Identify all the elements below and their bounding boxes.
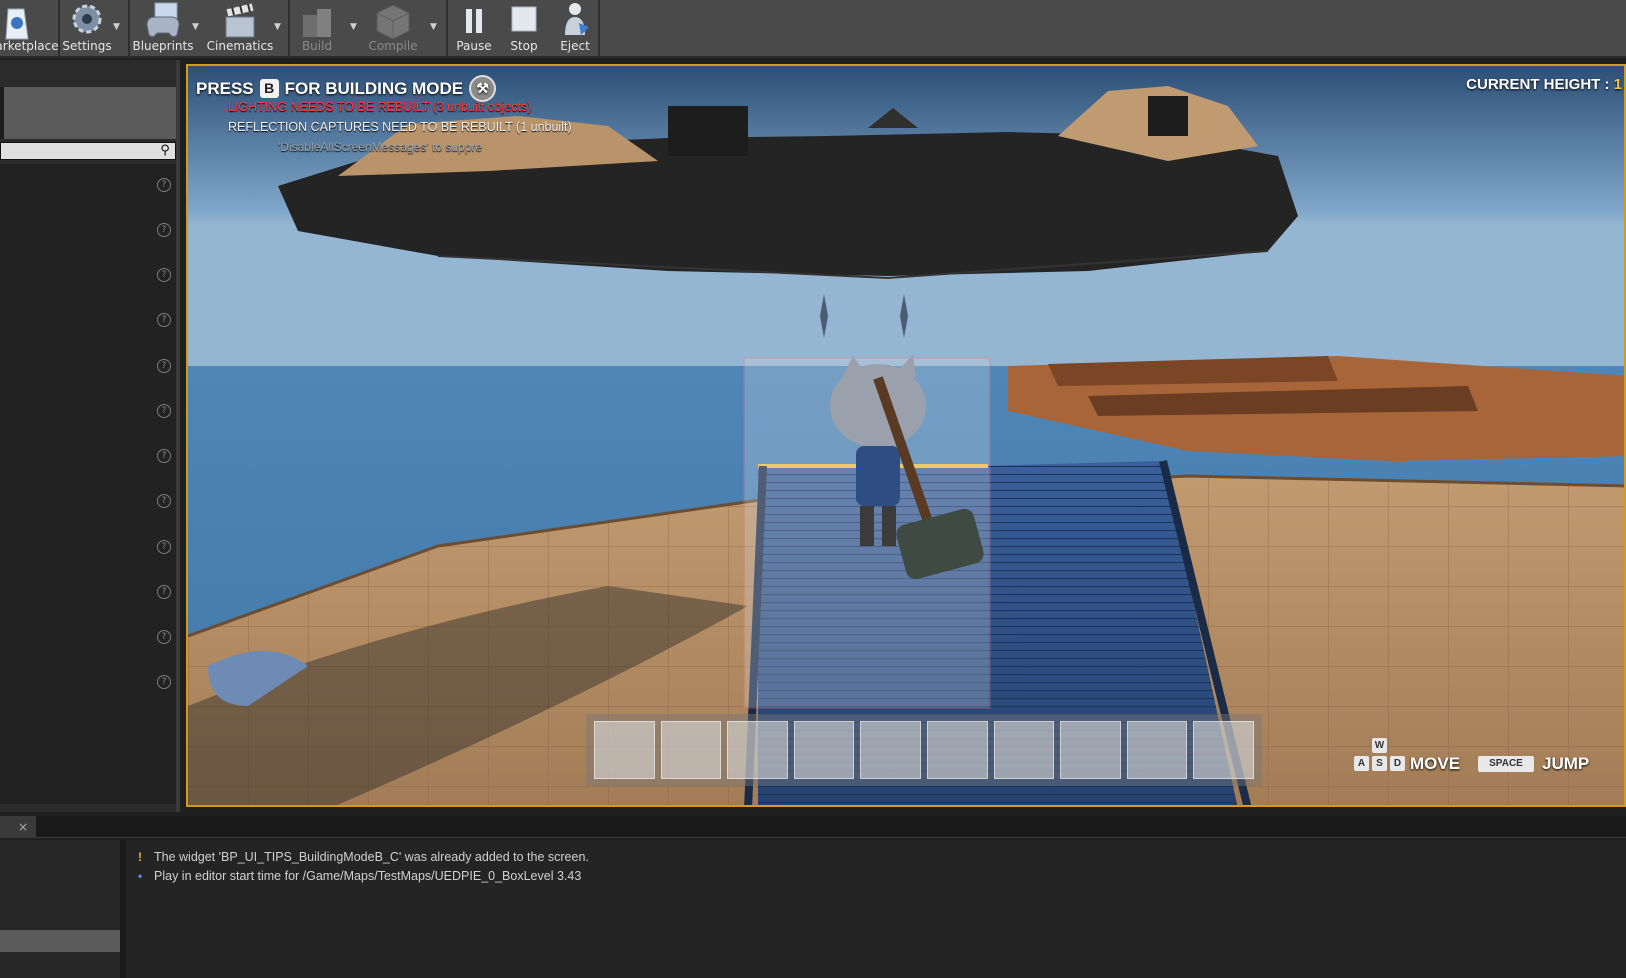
pause-label: Pause xyxy=(456,39,492,53)
current-height-display: CURRENT HEIGHT : 1 xyxy=(1466,76,1622,93)
info-bullet-icon: • xyxy=(138,869,143,883)
help-icon[interactable]: ? xyxy=(157,675,171,689)
hotbar-slot[interactable] xyxy=(993,721,1055,779)
close-tab-icon[interactable]: × xyxy=(0,816,36,838)
compile-button[interactable]: Compile xyxy=(364,0,422,58)
stop-icon xyxy=(511,6,537,32)
compile-label: Compile xyxy=(368,39,418,53)
hotbar-slot[interactable] xyxy=(793,721,855,779)
log-line: Play in editor start time for /Game/Maps… xyxy=(154,869,582,883)
help-icon[interactable]: ? xyxy=(157,268,171,282)
clapperboard-icon xyxy=(225,2,255,38)
cinematics-label: Cinematics xyxy=(206,39,274,53)
reflection-rebuild-warning: REFLECTION CAPTURES NEED TO BE REBUILT (… xyxy=(228,120,572,134)
main-toolbar: arketplace Settings ▼ Blueprints ▼ Cinem… xyxy=(0,0,1626,58)
blueprints-button[interactable]: Blueprints xyxy=(132,0,194,58)
output-log: ! The widget 'BP_UI_TIPS_BuildingModeB_C… xyxy=(126,840,1626,978)
hotbar xyxy=(586,714,1262,786)
search-icon[interactable]: ⚲ xyxy=(157,143,173,159)
warning-icon: ! xyxy=(138,850,142,864)
help-icon[interactable]: ? xyxy=(157,178,171,192)
selected-log-category[interactable] xyxy=(0,930,120,952)
stop-label: Stop xyxy=(510,39,538,53)
help-icon[interactable]: ? xyxy=(157,630,171,644)
space-key-icon: SPACE xyxy=(1478,756,1534,772)
w-key-icon: W xyxy=(1372,738,1387,753)
compile-cube-icon xyxy=(376,4,410,40)
help-icon[interactable]: ? xyxy=(157,540,171,554)
hotbar-slot[interactable] xyxy=(594,721,655,779)
s-key-icon: S xyxy=(1372,756,1387,771)
help-icon[interactable]: ? xyxy=(157,313,171,327)
help-icon[interactable]: ? xyxy=(157,494,171,508)
settings-button[interactable]: Settings xyxy=(62,0,112,58)
press-suffix: FOR BUILDING MODE xyxy=(284,78,464,98)
help-icon[interactable]: ? xyxy=(157,359,171,373)
hotbar-slot[interactable] xyxy=(1126,721,1188,779)
help-icon[interactable]: ? xyxy=(157,585,171,599)
current-height-label: CURRENT HEIGHT : xyxy=(1466,76,1610,93)
marketplace-label: arketplace xyxy=(0,39,59,53)
details-property-list: ? ? ? ? ? ? ? ? ? ? ? ? xyxy=(0,164,176,804)
hammer-wrench-icon: ⚒ xyxy=(469,75,497,102)
building-mode-hint: PRESS B FOR BUILDING MODE ⚒ xyxy=(196,75,497,102)
eject-icon xyxy=(565,3,589,35)
move-label: MOVE xyxy=(1410,754,1461,773)
build-button[interactable]: Build xyxy=(294,0,340,58)
blueprints-label: Blueprints xyxy=(132,39,194,53)
hotbar-slot[interactable] xyxy=(926,721,988,779)
hotbar-slot[interactable] xyxy=(1060,721,1121,779)
hotbar-slot[interactable] xyxy=(727,721,788,779)
settings-dropdown-icon[interactable]: ▼ xyxy=(113,22,125,34)
gear-icon xyxy=(72,4,102,34)
unreal-editor-window: arketplace Settings ▼ Blueprints ▼ Cinem… xyxy=(0,0,1626,978)
details-panel-header[interactable] xyxy=(0,87,180,139)
current-height-value: 1 xyxy=(1613,76,1622,93)
cinematics-dropdown-icon[interactable]: ▼ xyxy=(274,22,286,34)
build-blocks-icon xyxy=(303,9,331,37)
stop-button[interactable]: Stop xyxy=(504,0,544,58)
game-viewport[interactable]: PRESS B FOR BUILDING MODE ⚒ CURRENT HEIG… xyxy=(186,64,1626,807)
pause-button[interactable]: Pause xyxy=(452,0,496,58)
d-key-icon: D xyxy=(1390,756,1405,771)
settings-label: Settings xyxy=(62,39,112,53)
disable-messages-hint: 'DisableAllScreenMessages' to suppre xyxy=(278,140,483,154)
hotbar-slot[interactable] xyxy=(1193,721,1254,779)
cinematics-button[interactable]: Cinematics xyxy=(206,0,274,58)
pause-icon xyxy=(466,9,482,33)
help-icon[interactable]: ? xyxy=(157,223,171,237)
jump-label: JUMP xyxy=(1542,754,1590,773)
marketplace-icon xyxy=(5,8,29,40)
game-scene xyxy=(188,66,1624,805)
details-panel: ⚲ ? ? ? ? ? ? ? ? ? ? ? ? xyxy=(0,60,180,812)
lighting-rebuild-warning: LIGHTING NEEDS TO BE REBUILT (3 unbuilt … xyxy=(228,100,532,114)
press-prefix: PRESS xyxy=(196,78,254,98)
build-label: Build xyxy=(301,39,333,53)
bottom-tab-row: × xyxy=(0,816,1626,838)
hotbar-slot[interactable] xyxy=(860,721,921,779)
eject-label: Eject xyxy=(560,39,590,53)
help-icon[interactable]: ? xyxy=(157,404,171,418)
details-search-input[interactable]: ⚲ xyxy=(0,142,176,160)
log-categories-panel xyxy=(0,840,120,978)
build-dropdown-icon[interactable]: ▼ xyxy=(350,22,362,34)
compile-dropdown-icon[interactable]: ▼ xyxy=(430,22,442,34)
log-line: The widget 'BP_UI_TIPS_BuildingModeB_C' … xyxy=(154,850,589,864)
b-key-icon: B xyxy=(259,79,279,98)
blueprints-dropdown-icon[interactable]: ▼ xyxy=(192,22,204,34)
eject-button[interactable]: Eject xyxy=(554,0,596,58)
marketplace-button[interactable]: arketplace xyxy=(0,0,59,58)
controls-hint: W A S D MOVE SPACE JUMP xyxy=(1332,736,1612,786)
hotbar-slot[interactable] xyxy=(660,721,722,779)
blueprint-gamepad-icon xyxy=(146,2,180,38)
a-key-icon: A xyxy=(1354,756,1369,771)
help-icon[interactable]: ? xyxy=(157,449,171,463)
